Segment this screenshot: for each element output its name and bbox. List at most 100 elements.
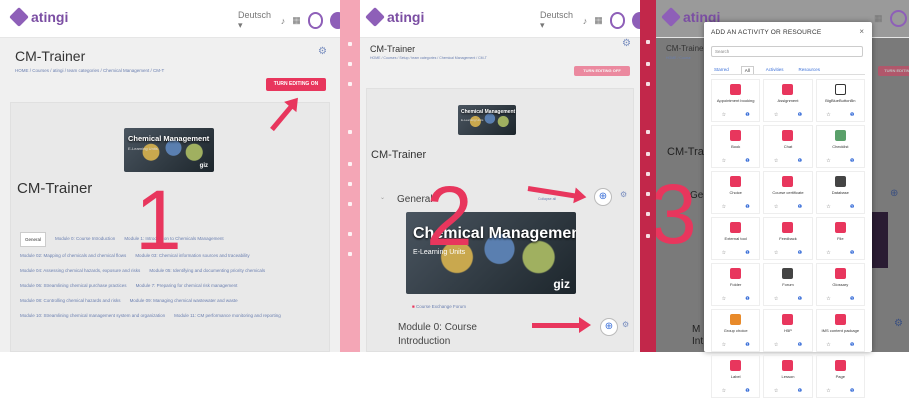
star-icon[interactable]: ☆ bbox=[722, 250, 726, 256]
grid-icon[interactable]: ▦ bbox=[874, 13, 883, 24]
activity-item[interactable]: Feedback ☆ ❶ bbox=[763, 217, 813, 260]
info-icon[interactable]: ❶ bbox=[850, 342, 854, 348]
close-icon[interactable]: × bbox=[859, 27, 864, 36]
activity-item[interactable]: Forum ☆ ❶ bbox=[763, 263, 813, 306]
search-input[interactable]: Search bbox=[711, 46, 863, 57]
star-icon[interactable]: ☆ bbox=[774, 342, 778, 348]
star-icon[interactable]: ☆ bbox=[774, 112, 778, 118]
tab-module-11[interactable]: Module 11: CM performance monitoring and… bbox=[174, 309, 281, 322]
info-icon[interactable]: ❶ bbox=[745, 388, 749, 394]
info-icon[interactable]: ❶ bbox=[745, 296, 749, 302]
star-icon[interactable]: ☆ bbox=[722, 342, 726, 348]
avatar[interactable] bbox=[330, 12, 340, 29]
activity-item[interactable]: Chat ☆ ❶ bbox=[763, 125, 813, 168]
star-icon[interactable]: ☆ bbox=[826, 204, 830, 210]
activity-item[interactable]: External tool ☆ ❶ bbox=[711, 217, 761, 260]
tab-module-6[interactable]: Module 06: Streamlining chemical purchas… bbox=[20, 279, 127, 292]
add-activity-button[interactable]: ⊕ bbox=[890, 188, 898, 199]
activity-item[interactable]: H5P ☆ ❶ bbox=[763, 309, 813, 352]
info-icon[interactable]: ❶ bbox=[745, 112, 749, 118]
star-icon[interactable]: ☆ bbox=[774, 250, 778, 256]
section-gear-icon[interactable]: ⚙ bbox=[622, 320, 629, 329]
bell-icon[interactable]: ♪ bbox=[281, 16, 286, 26]
star-icon[interactable]: ☆ bbox=[826, 250, 830, 256]
activity-item[interactable]: File ☆ ❶ bbox=[815, 217, 865, 260]
activity-item[interactable]: IMS content package ☆ ❶ bbox=[815, 309, 865, 352]
info-icon[interactable]: ❶ bbox=[850, 250, 854, 256]
info-icon[interactable]: ❶ bbox=[798, 112, 802, 118]
collapse-all-link[interactable]: Collapse all bbox=[538, 197, 556, 201]
info-icon[interactable]: ❶ bbox=[850, 158, 854, 164]
forum-link[interactable]: ■ Course Exchange Forum bbox=[412, 304, 466, 309]
info-icon[interactable]: ❶ bbox=[798, 296, 802, 302]
star-icon[interactable]: ☆ bbox=[722, 388, 726, 394]
chevron-down-icon[interactable]: ⌄ bbox=[380, 194, 385, 201]
info-icon[interactable]: ❶ bbox=[850, 204, 854, 210]
tab-module-4[interactable]: Module 04: Assessing chemical hazards, e… bbox=[20, 264, 140, 277]
info-icon[interactable]: ❶ bbox=[745, 250, 749, 256]
activity-item[interactable]: Group choice ☆ ❶ bbox=[711, 309, 761, 352]
turn-editing-off-button[interactable]: TURN EDITING OFF bbox=[878, 66, 909, 76]
info-icon[interactable]: ❶ bbox=[850, 112, 854, 118]
info-icon[interactable]: ❶ bbox=[745, 342, 749, 348]
activity-item[interactable]: Folder ☆ ❶ bbox=[711, 263, 761, 306]
gear-icon[interactable]: ⚙ bbox=[318, 46, 327, 57]
grid-icon[interactable]: ▦ bbox=[594, 15, 603, 26]
atingi-logo[interactable]: atingi bbox=[9, 7, 68, 27]
avatar[interactable] bbox=[632, 12, 640, 29]
language-menu[interactable]: Deutsch ▾ bbox=[238, 10, 274, 31]
activity-item[interactable]: Book ☆ ❶ bbox=[711, 125, 761, 168]
tab-general[interactable]: General bbox=[20, 232, 47, 247]
activity-item[interactable]: Assignment ☆ ❶ bbox=[763, 79, 813, 122]
breadcrumb[interactable]: HOME / Courses / atingi / team categorie… bbox=[15, 68, 164, 73]
section-gear-icon[interactable]: ⚙ bbox=[894, 318, 903, 329]
info-icon[interactable]: ❶ bbox=[745, 204, 749, 210]
help-icon[interactable] bbox=[609, 12, 626, 29]
breadcrumb[interactable]: HOME / Courses / Setup / team categories… bbox=[370, 56, 487, 60]
star-icon[interactable]: ☆ bbox=[774, 204, 778, 210]
star-icon[interactable]: ☆ bbox=[722, 112, 726, 118]
tab-module-7[interactable]: Module 7: Preparing for chemical risk ma… bbox=[136, 279, 238, 292]
activity-item[interactable]: BigBlueButtonBn ☆ ❶ bbox=[815, 79, 865, 122]
activity-item[interactable]: Page ☆ ❶ bbox=[815, 355, 865, 398]
activity-item[interactable]: Appointment booking ☆ ❶ bbox=[711, 79, 761, 122]
star-icon[interactable]: ☆ bbox=[826, 158, 830, 164]
star-icon[interactable]: ☆ bbox=[774, 388, 778, 394]
star-icon[interactable]: ☆ bbox=[722, 158, 726, 164]
tab-module-9[interactable]: Module 09: Managing chemical wastewater … bbox=[130, 294, 238, 307]
tab-module-10[interactable]: Module 10: Streamlining chemical managem… bbox=[20, 309, 165, 322]
activity-item[interactable]: Database ☆ ❶ bbox=[815, 171, 865, 214]
star-icon[interactable]: ☆ bbox=[826, 296, 830, 302]
info-icon[interactable]: ❶ bbox=[798, 250, 802, 256]
info-icon[interactable]: ❶ bbox=[798, 388, 802, 394]
gear-icon[interactable]: ⚙ bbox=[622, 38, 631, 49]
info-icon[interactable]: ❶ bbox=[798, 204, 802, 210]
activity-item[interactable]: Course certificate ☆ ❶ bbox=[763, 171, 813, 214]
add-activity-button[interactable]: ⊕ bbox=[594, 188, 612, 206]
language-menu[interactable]: Deutsch ▾ bbox=[540, 10, 576, 31]
activity-item[interactable]: Checklist ☆ ❶ bbox=[815, 125, 865, 168]
tab-module-2[interactable]: Module 02: Mapping of chemicals and chem… bbox=[20, 249, 126, 262]
info-icon[interactable]: ❶ bbox=[850, 388, 854, 394]
star-icon[interactable]: ☆ bbox=[774, 158, 778, 164]
star-icon[interactable]: ☆ bbox=[722, 204, 726, 210]
star-icon[interactable]: ☆ bbox=[722, 296, 726, 302]
atingi-logo[interactable]: atingi bbox=[365, 7, 424, 27]
activity-item[interactable]: Glossary ☆ ❶ bbox=[815, 263, 865, 306]
add-activity-button-module-0[interactable]: ⊕ bbox=[600, 318, 618, 336]
section-gear-icon[interactable]: ⚙ bbox=[620, 190, 627, 199]
activity-item[interactable]: Choice ☆ ❶ bbox=[711, 171, 761, 214]
bell-icon[interactable]: ♪ bbox=[583, 16, 588, 26]
tab-module-8[interactable]: Module 08: Controlling chemical hazards … bbox=[20, 294, 121, 307]
info-icon[interactable]: ❶ bbox=[745, 158, 749, 164]
activity-item[interactable]: Label ☆ ❶ bbox=[711, 355, 761, 398]
tab-module-0[interactable]: Module 0: Course Introduction bbox=[55, 232, 115, 247]
activity-item[interactable]: Lesson ☆ ❶ bbox=[763, 355, 813, 398]
star-icon[interactable]: ☆ bbox=[826, 112, 830, 118]
breadcrumb[interactable]: HOME / Course bbox=[666, 56, 691, 60]
grid-icon[interactable]: ▦ bbox=[292, 15, 301, 26]
star-icon[interactable]: ☆ bbox=[826, 342, 830, 348]
star-icon[interactable]: ☆ bbox=[774, 296, 778, 302]
info-icon[interactable]: ❶ bbox=[798, 158, 802, 164]
star-icon[interactable]: ☆ bbox=[826, 388, 830, 394]
